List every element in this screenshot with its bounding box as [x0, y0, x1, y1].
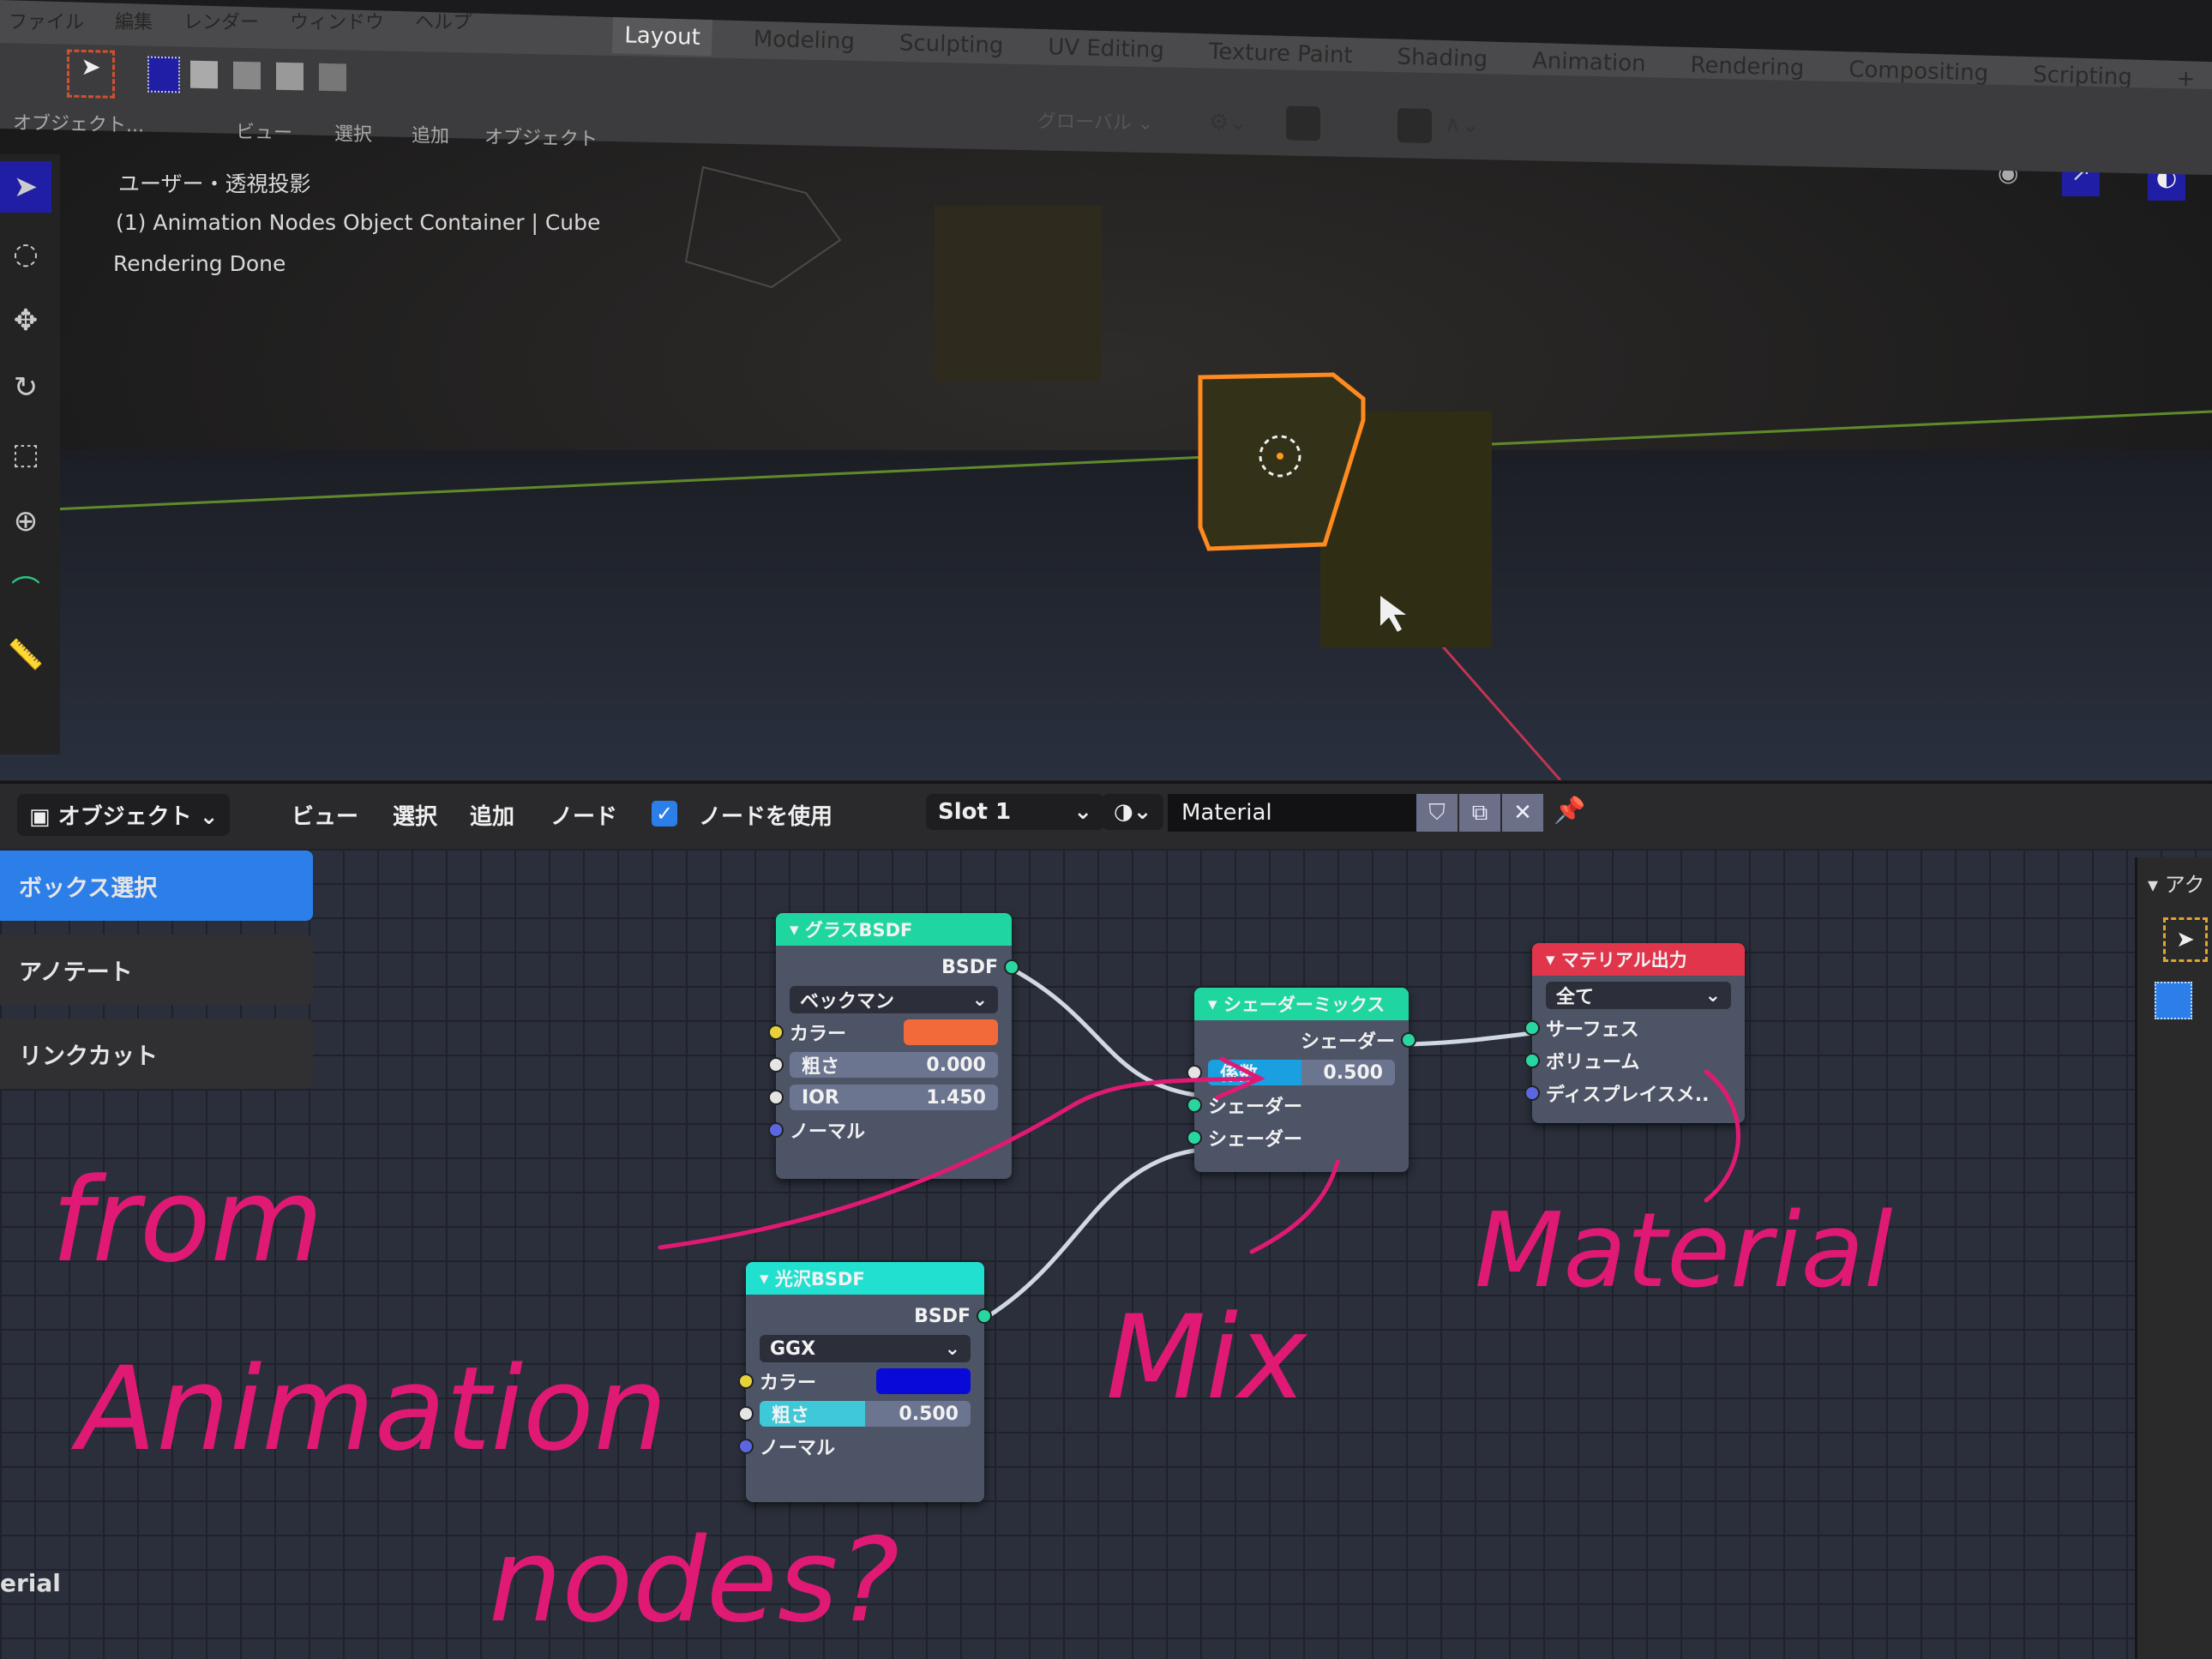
menu-render[interactable]: レンダー [183, 7, 259, 41]
3d-viewport[interactable]: ユーザー・透視投影 (1) Animation Nodes Object Con… [0, 90, 2212, 780]
pivot-icon[interactable]: ⚙⌄ [1209, 110, 1247, 136]
menu-help[interactable]: ヘルプ [415, 7, 472, 41]
node-menu-select[interactable]: 選択 [393, 799, 437, 831]
unlink-material-icon[interactable]: ✕ [1502, 794, 1543, 832]
select-extend-icon[interactable] [190, 60, 218, 89]
object-mode-dropdown[interactable]: ▣ オブジェクト ⌄ [17, 794, 231, 836]
select-tool-icon[interactable]: ➤ [67, 49, 115, 99]
fake-user-shield-icon[interactable]: ⛉ [1416, 794, 1458, 832]
slot-label: Slot 1 [938, 799, 1012, 825]
tab-sculpting[interactable]: Sculpting [895, 25, 1007, 64]
object-mode-label: オブジェクト [57, 804, 192, 830]
annotation-nodes: nodes? [489, 1513, 899, 1648]
annotation-from: from [51, 1153, 323, 1288]
scale-icon[interactable]: ⬚ [0, 429, 51, 480]
viewport-scene [33, 165, 2212, 780]
pin-icon[interactable]: 📌 [1554, 796, 1585, 826]
duplicate-material-icon[interactable]: ⧉ [1459, 794, 1500, 832]
viewport-menu-view[interactable]: ビュー [236, 117, 292, 145]
tab-uv-editing[interactable]: UV Editing [1044, 29, 1169, 69]
handwritten-annotations: from Animation nodes? Mix Material [51, 1056, 1893, 1648]
view-name: ユーザー・透視投影 [118, 171, 311, 196]
rotate-icon[interactable]: ↻ [0, 362, 51, 413]
proportional-edit-icon[interactable] [1398, 108, 1432, 143]
camera-object [684, 165, 842, 289]
left-toolbar: ➤ ◌ ✥ ↻ ⬚ ⊕ ⌒ 📏 [0, 154, 60, 754]
material-pointer-line [1704, 1069, 1740, 1203]
select-intersect-icon[interactable] [319, 63, 346, 92]
annotation-mix: Mix [1106, 1290, 1308, 1425]
node-menu-add[interactable]: 追加 [470, 799, 514, 831]
main-menu: ファイル 編集 レンダー ウィンドウ ヘルプ [0, 7, 472, 41]
cube-back [935, 206, 1102, 382]
tab-modeling[interactable]: Modeling [749, 21, 858, 60]
node-menu-node[interactable]: ノード [550, 799, 617, 831]
use-nodes-label: ノードを使用 [699, 804, 833, 830]
snap-toggle-icon[interactable] [1286, 105, 1320, 141]
render-status: Rendering Done [113, 251, 286, 276]
mode-dropdown[interactable]: オブジェクト... [13, 107, 144, 137]
measure-icon[interactable]: 📏 [0, 629, 51, 681]
transform-orientation-dropdown[interactable]: グローバル ⌄ [1037, 105, 1153, 135]
annotation-material: Material [1475, 1192, 1893, 1311]
select-box-icon[interactable]: ➤ [0, 161, 51, 213]
viewport-menu-add[interactable]: 追加 [412, 120, 449, 148]
use-nodes-checkbox[interactable]: ✓ [652, 801, 677, 826]
viewport-menu-select[interactable]: 選択 [334, 118, 372, 147]
transform-icon[interactable]: ⊕ [0, 496, 51, 547]
object-info: (1) Animation Nodes Object Container | C… [116, 210, 601, 235]
arrow-to-fac [658, 1076, 1263, 1250]
node-editor-header: ▣ オブジェクト ⌄ ビュー 選択 追加 ノード ✓ ノードを使用 Slot 1… [0, 782, 2212, 851]
falloff-icon[interactable]: ∧⌄ [1445, 111, 1480, 138]
node-menu-view[interactable]: ビュー [292, 799, 358, 831]
menu-window[interactable]: ウィンドウ [290, 7, 384, 41]
tab-layout[interactable]: Layout [611, 17, 713, 57]
select-invert-icon[interactable] [276, 62, 304, 91]
mix-pointer-line [1249, 1159, 1340, 1254]
annotation-animation: Animation [70, 1342, 667, 1476]
menu-file[interactable]: ファイル [9, 7, 84, 41]
menu-edit[interactable]: 編集 [115, 7, 153, 41]
material-name-field[interactable]: Material [1168, 794, 1416, 832]
slot-dropdown[interactable]: Slot 1 ⌄ [926, 794, 1104, 830]
transform-orientation-label: グローバル [1037, 111, 1132, 135]
material-browse-icon[interactable]: ◑⌄ [1102, 794, 1164, 830]
y-axis-line [33, 410, 2212, 512]
move-icon[interactable]: ✥ [0, 295, 51, 346]
viewport-menu-object[interactable]: オブジェクト [484, 122, 598, 152]
annotate-icon[interactable]: ⌒ [0, 562, 51, 614]
select-subtract-icon[interactable] [233, 61, 261, 90]
select-new-icon[interactable] [147, 56, 180, 93]
cursor-icon[interactable]: ◌ [0, 228, 51, 280]
